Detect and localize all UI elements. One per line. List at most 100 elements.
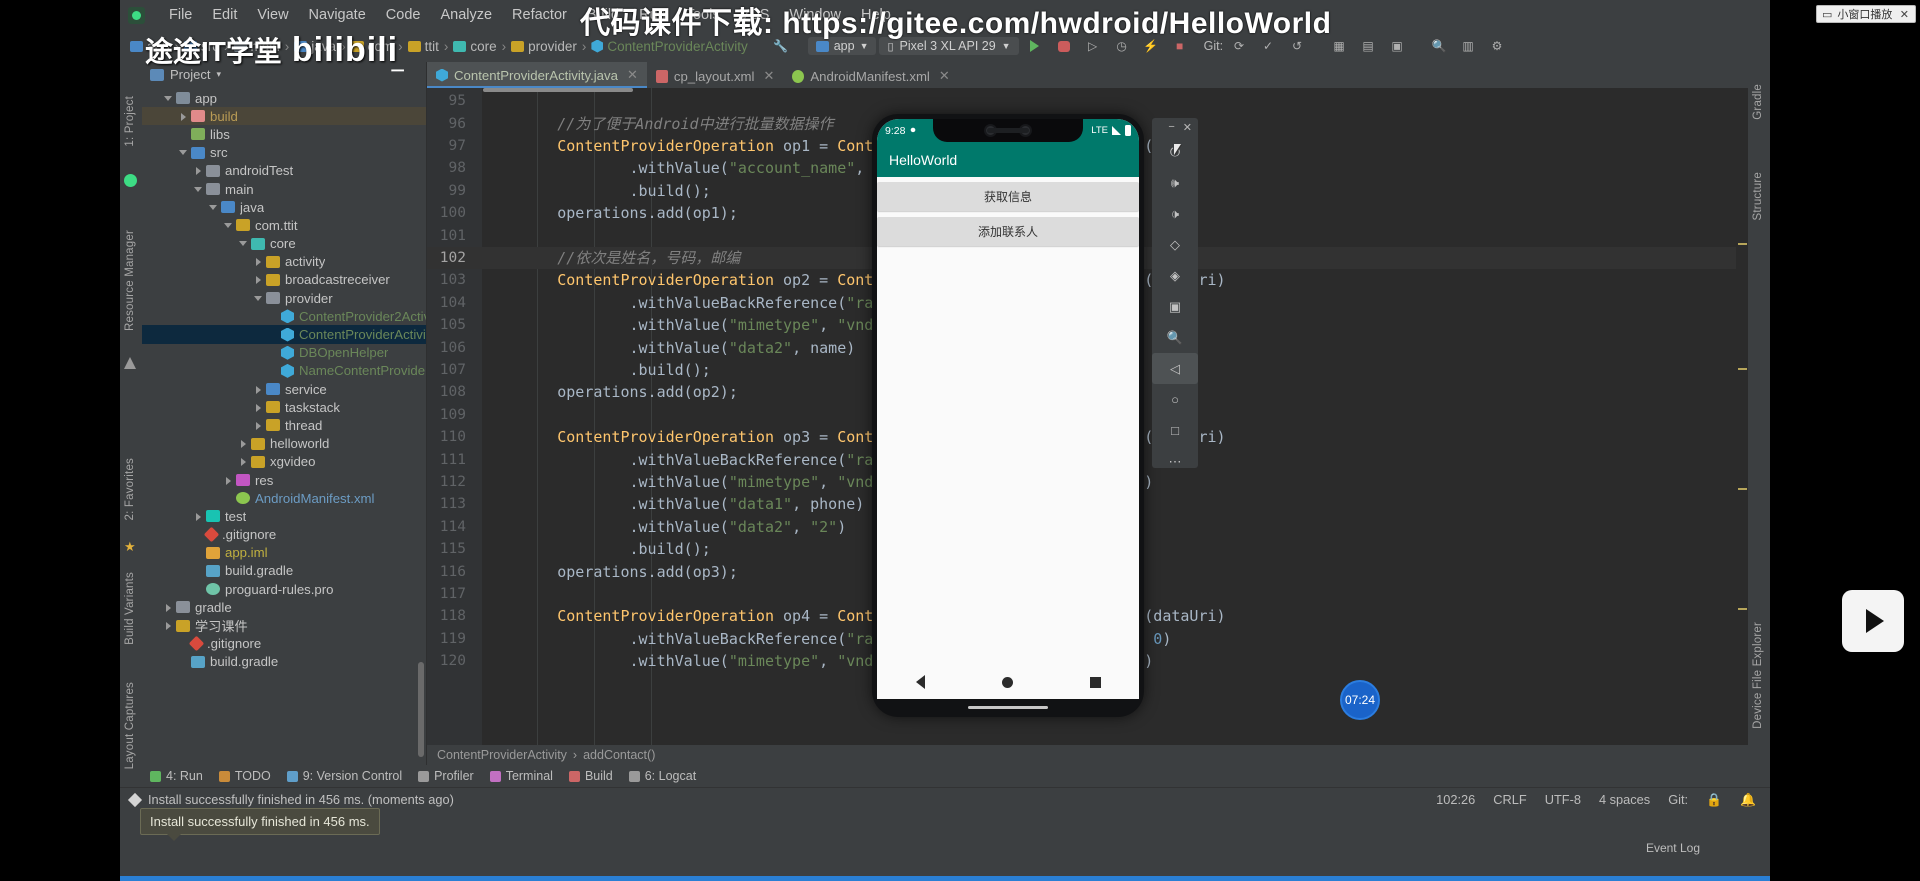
tree-item[interactable]: test: [142, 507, 426, 525]
tree-item[interactable]: provider: [142, 289, 426, 307]
rail-favorites[interactable]: 2: Favorites: [124, 458, 136, 520]
tree-arrow-icon[interactable]: [238, 438, 249, 449]
menu-item-navigate[interactable]: Navigate: [299, 7, 376, 23]
minimize-icon[interactable]: −: [1168, 121, 1174, 133]
tree-item[interactable]: build.gradle: [142, 562, 426, 580]
tool-profiler[interactable]: Profiler: [418, 769, 474, 783]
editor-breadcrumb-method[interactable]: addContact(): [583, 748, 655, 762]
editor-marker-bar[interactable]: [1736, 88, 1748, 745]
menu-item-code[interactable]: Code: [376, 7, 431, 23]
tree-item[interactable]: app: [142, 89, 426, 107]
editor-tab[interactable]: AndroidManifest.xml ✕: [783, 62, 958, 88]
tree-item[interactable]: build: [142, 107, 426, 126]
editor-tab[interactable]: cp_layout.xml ✕: [647, 62, 784, 88]
lock-icon[interactable]: 🔒: [1706, 792, 1722, 808]
tree-arrow-icon[interactable]: [253, 293, 264, 304]
file-encoding[interactable]: UTF-8: [1545, 792, 1581, 807]
tree-item[interactable]: xgvideo: [142, 453, 426, 471]
zoom-button[interactable]: 🔍: [1152, 322, 1198, 353]
rail-gradle[interactable]: Gradle: [1752, 84, 1764, 120]
indent-setting[interactable]: 4 spaces: [1599, 792, 1650, 807]
rotate-right-button[interactable]: ◈: [1152, 260, 1198, 291]
tree-item[interactable]: ContentProvider2Activity: [142, 307, 426, 325]
tree-item[interactable]: res: [142, 471, 426, 489]
tree-arrow-icon[interactable]: [238, 238, 249, 249]
tree-item[interactable]: com.ttit: [142, 216, 426, 234]
tool-todo[interactable]: TODO: [218, 769, 271, 783]
add-contact-button[interactable]: 添加联系人: [877, 217, 1139, 246]
nav-recents-icon[interactable]: [1089, 676, 1101, 688]
tree-arrow-icon[interactable]: [193, 511, 204, 522]
tree-arrow-icon[interactable]: [253, 402, 264, 413]
breadcrumb-item-core[interactable]: core: [453, 39, 497, 54]
rotate-left-button[interactable]: ◇: [1152, 229, 1198, 260]
chevron-down-icon[interactable]: ▾: [216, 69, 221, 80]
rail-device-file-explorer[interactable]: Device File Explorer: [1752, 622, 1764, 729]
tree-arrow-icon[interactable]: [163, 602, 174, 613]
menu-item-view[interactable]: View: [247, 7, 298, 23]
menu-item-analyze[interactable]: Analyze: [430, 7, 502, 23]
home-button[interactable]: ○: [1152, 384, 1198, 415]
tree-arrow-icon[interactable]: [253, 420, 264, 431]
phone-screen[interactable]: 9:28 ⏺ LTE HelloWorld 获取信息 添加联系人: [877, 119, 1139, 699]
tree-arrow-icon[interactable]: [178, 147, 189, 158]
mini-player-bar[interactable]: ▭ 小窗口播放 ✕: [1816, 5, 1916, 23]
tool-version-control[interactable]: 9: Version Control: [286, 769, 402, 783]
tree-item[interactable]: libs: [142, 125, 426, 143]
tree-item[interactable]: helloworld: [142, 435, 426, 453]
tree-arrow-icon[interactable]: [253, 256, 264, 267]
breadcrumb-item-ttit[interactable]: ttit: [407, 39, 439, 54]
tree-item[interactable]: java: [142, 198, 426, 216]
tree-item[interactable]: DBOpenHelper: [142, 344, 426, 362]
tree-arrow-icon[interactable]: [238, 456, 249, 467]
tree-item[interactable]: AndroidManifest.xml: [142, 489, 426, 507]
project-tree[interactable]: app build libs src androidTest main java com.tt…: [142, 87, 426, 671]
event-log-label[interactable]: Event Log: [1646, 841, 1700, 855]
tool-logcat[interactable]: 6: Logcat: [628, 769, 696, 783]
rail-structure[interactable]: Structure: [1752, 172, 1764, 220]
more-button[interactable]: ⋯: [1152, 446, 1198, 477]
overview-button[interactable]: □: [1152, 415, 1198, 446]
tree-arrow-icon[interactable]: [163, 620, 174, 631]
nav-back-icon[interactable]: [915, 675, 925, 689]
close-icon[interactable]: ✕: [763, 68, 774, 84]
menu-item-refactor[interactable]: Refactor: [502, 7, 577, 23]
tree-item[interactable]: 学习课件: [142, 616, 426, 634]
tree-arrow-icon[interactable]: [223, 475, 234, 486]
volume-up-button[interactable]: 🕪: [1152, 167, 1198, 198]
tree-item[interactable]: service: [142, 380, 426, 398]
editor-tabs[interactable]: ContentProviderActivity.java ✕ cp_layout.x…: [427, 62, 1748, 88]
close-icon[interactable]: ✕: [1183, 121, 1192, 134]
tree-arrow-icon[interactable]: [163, 93, 174, 104]
project-scrollbar[interactable]: [418, 662, 424, 757]
line-separator[interactable]: CRLF: [1493, 792, 1526, 807]
breadcrumb-item-provider[interactable]: provider: [511, 39, 577, 54]
tree-item[interactable]: src: [142, 144, 426, 162]
tree-arrow-icon[interactable]: [193, 165, 204, 176]
rail-build-variants[interactable]: Build Variants: [124, 572, 136, 645]
tree-item[interactable]: build.gradle: [142, 653, 426, 671]
tree-arrow-icon[interactable]: [253, 274, 264, 285]
rail-project[interactable]: 1: Project: [124, 96, 136, 147]
menu-item-file[interactable]: File: [159, 7, 202, 23]
tree-arrow-icon[interactable]: [178, 111, 189, 122]
tool-build[interactable]: Build: [568, 769, 613, 783]
tree-item[interactable]: main: [142, 180, 426, 198]
back-button[interactable]: ◁: [1152, 144, 1198, 384]
tree-item[interactable]: thread: [142, 416, 426, 434]
notifications-icon[interactable]: 🔔: [1740, 792, 1756, 808]
tree-item[interactable]: gradle: [142, 598, 426, 616]
screenshot-button[interactable]: ▣: [1152, 291, 1198, 322]
tree-item[interactable]: app.iml: [142, 544, 426, 562]
volume-down-button[interactable]: 🕩: [1152, 198, 1198, 229]
rail-resource-manager[interactable]: Resource Manager: [124, 230, 136, 331]
close-icon[interactable]: ✕: [1900, 8, 1915, 21]
tree-arrow-icon[interactable]: [193, 184, 204, 195]
tree-item[interactable]: androidTest: [142, 162, 426, 180]
menu-item-edit[interactable]: Edit: [202, 7, 247, 23]
tree-arrow-icon[interactable]: [208, 202, 219, 213]
caret-position[interactable]: 102:26: [1436, 792, 1475, 807]
tree-arrow-icon[interactable]: [223, 220, 234, 231]
nav-home-icon[interactable]: [1001, 676, 1013, 688]
get-info-button[interactable]: 获取信息: [877, 182, 1139, 211]
